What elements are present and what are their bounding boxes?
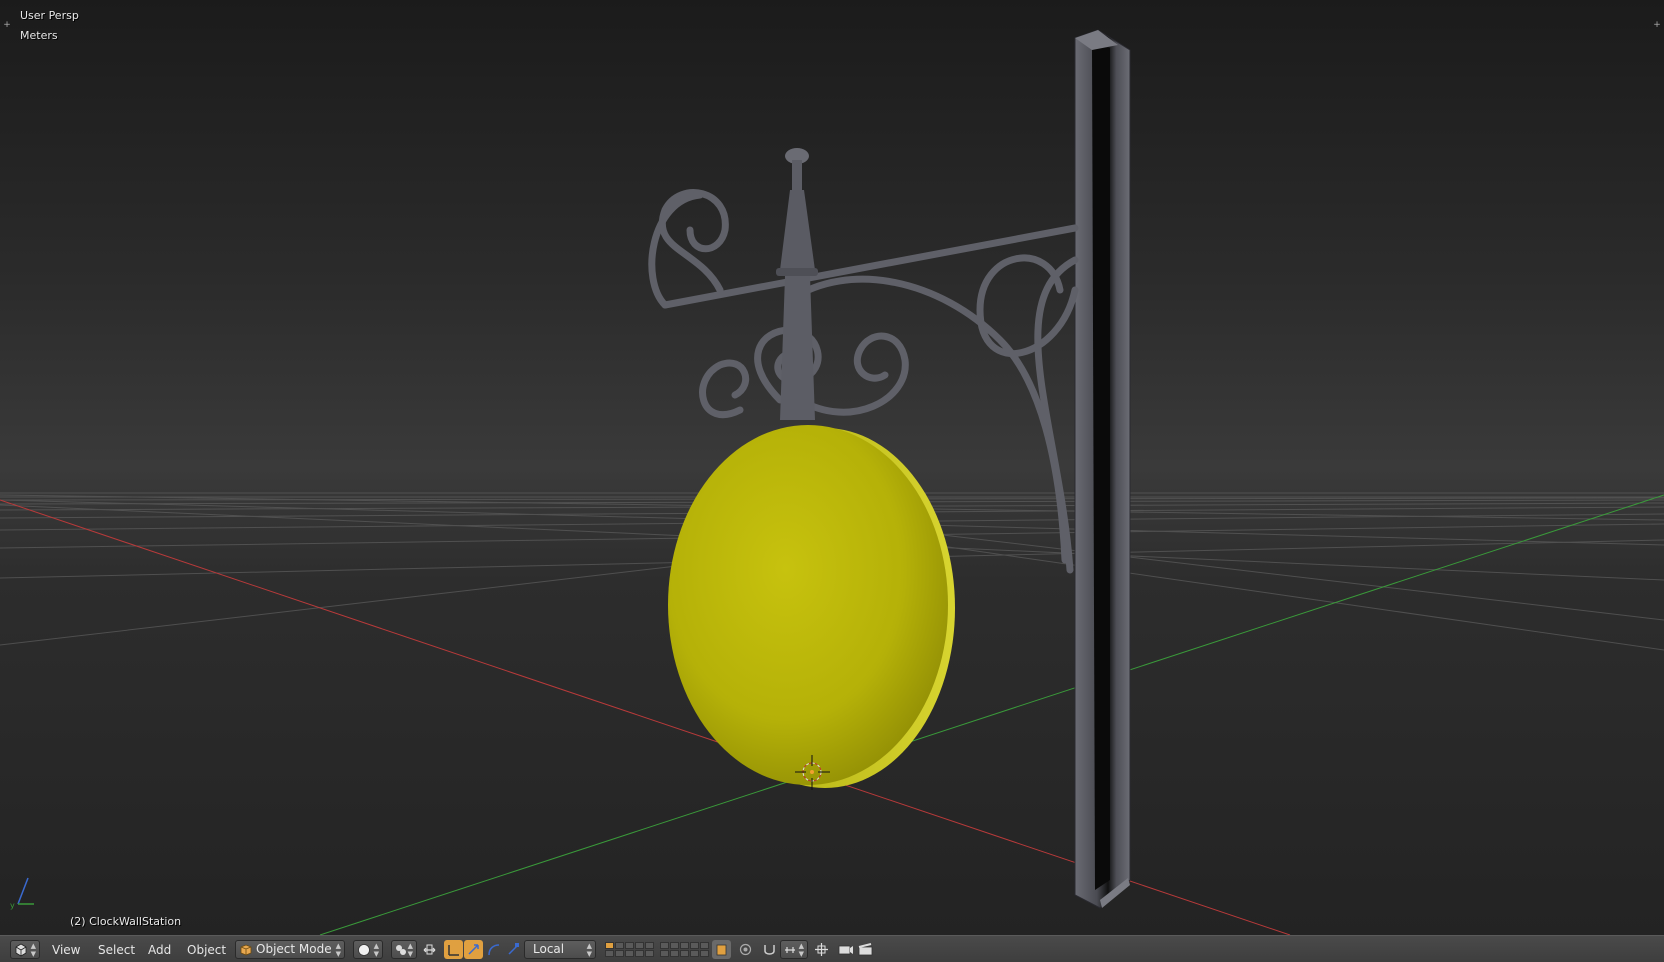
rotate-icon xyxy=(468,944,479,955)
proportional-editing-button[interactable] xyxy=(736,940,755,959)
layer-button[interactable] xyxy=(635,942,644,949)
proportional-edit-icon xyxy=(739,943,752,956)
snap-toggle-button[interactable] xyxy=(760,940,779,959)
menu-select[interactable]: Select xyxy=(94,941,139,959)
menu-view[interactable]: View xyxy=(48,941,84,959)
layer-button[interactable] xyxy=(635,950,644,957)
rotate-arc-button[interactable] xyxy=(484,940,503,959)
scene-render[interactable] xyxy=(0,0,1664,935)
layer-button[interactable] xyxy=(615,950,624,957)
viewport-shading-selector[interactable]: ▲ ▼ xyxy=(353,940,383,959)
area-split-corner-icon[interactable]: + xyxy=(0,18,14,32)
gizmo-y-label: y xyxy=(10,901,15,910)
layer-button[interactable] xyxy=(700,950,709,957)
layer-button[interactable] xyxy=(680,942,689,949)
layer-button[interactable] xyxy=(615,942,624,949)
translate-manipulator-button[interactable] xyxy=(444,940,463,959)
active-object-label: (2) ClockWallStation xyxy=(70,915,182,928)
lock-camera-layers-button[interactable] xyxy=(712,940,731,959)
editor-type-selector[interactable]: ▲ ▼ xyxy=(10,940,40,959)
scale-manipulator-button[interactable] xyxy=(504,940,523,959)
camera-icon xyxy=(838,945,853,955)
axis-gizmo: y xyxy=(10,877,34,910)
layer-button[interactable] xyxy=(625,950,634,957)
layer-button[interactable] xyxy=(645,942,654,949)
y-axis-line xyxy=(319,494,1664,935)
snap-increment-icon xyxy=(785,947,795,953)
mode-selector[interactable]: Object Mode ▲ ▼ xyxy=(235,940,345,959)
layer-button[interactable] xyxy=(605,942,614,949)
layer-button[interactable] xyxy=(700,942,709,949)
translate-icon xyxy=(448,945,459,956)
view-name-label: User Persp xyxy=(20,9,79,22)
wall-post xyxy=(1074,29,1131,909)
layer-button[interactable] xyxy=(690,942,699,949)
layer-button[interactable] xyxy=(660,942,669,949)
rotate-arc-icon xyxy=(488,944,500,956)
snap-element-selector[interactable]: ▲ ▼ xyxy=(780,940,808,959)
layer-button[interactable] xyxy=(605,950,614,957)
area-split-corner-icon[interactable]: + xyxy=(1650,18,1664,32)
render-opengl-button[interactable] xyxy=(836,940,855,959)
3d-viewport[interactable]: User Persp Meters (2) ClockWallStation +… xyxy=(0,0,1664,935)
solid-sphere-icon xyxy=(358,944,370,956)
transform-orientation-label: Local xyxy=(533,942,565,956)
cube-icon xyxy=(240,944,252,956)
3d-view-icon xyxy=(15,943,27,957)
clock-face xyxy=(668,425,955,788)
magnet-icon xyxy=(764,945,775,955)
layer-button[interactable] xyxy=(670,950,679,957)
3d-view-header: ▲ ▼ View Select Add Object Object Mode ▲ ▼… xyxy=(0,935,1664,962)
layer-button[interactable] xyxy=(645,950,654,957)
layer-button[interactable] xyxy=(625,942,634,949)
menu-add[interactable]: Add xyxy=(144,941,175,959)
lock-icon xyxy=(716,944,727,956)
units-label: Meters xyxy=(20,29,58,42)
pivot-point-icon xyxy=(396,945,406,955)
pivot-point-selector[interactable]: ▲ ▼ xyxy=(391,940,417,959)
manipulator-toggle-button[interactable] xyxy=(420,940,439,959)
layer-button[interactable] xyxy=(690,950,699,957)
mode-label: Object Mode xyxy=(256,942,332,956)
rotate-manipulator-button[interactable] xyxy=(464,940,483,959)
layer-button[interactable] xyxy=(670,942,679,949)
scale-icon xyxy=(508,943,519,955)
render-animation-button[interactable] xyxy=(856,940,875,959)
transform-orientation-selector[interactable]: Local ▲ ▼ xyxy=(524,940,596,959)
manipulator-icon xyxy=(423,944,436,955)
clapperboard-icon xyxy=(858,943,873,956)
layer-button[interactable] xyxy=(680,950,689,957)
snap-target-icon xyxy=(815,943,828,956)
menu-object[interactable]: Object xyxy=(183,941,230,959)
snap-target-button[interactable] xyxy=(812,940,831,959)
layer-button[interactable] xyxy=(660,950,669,957)
